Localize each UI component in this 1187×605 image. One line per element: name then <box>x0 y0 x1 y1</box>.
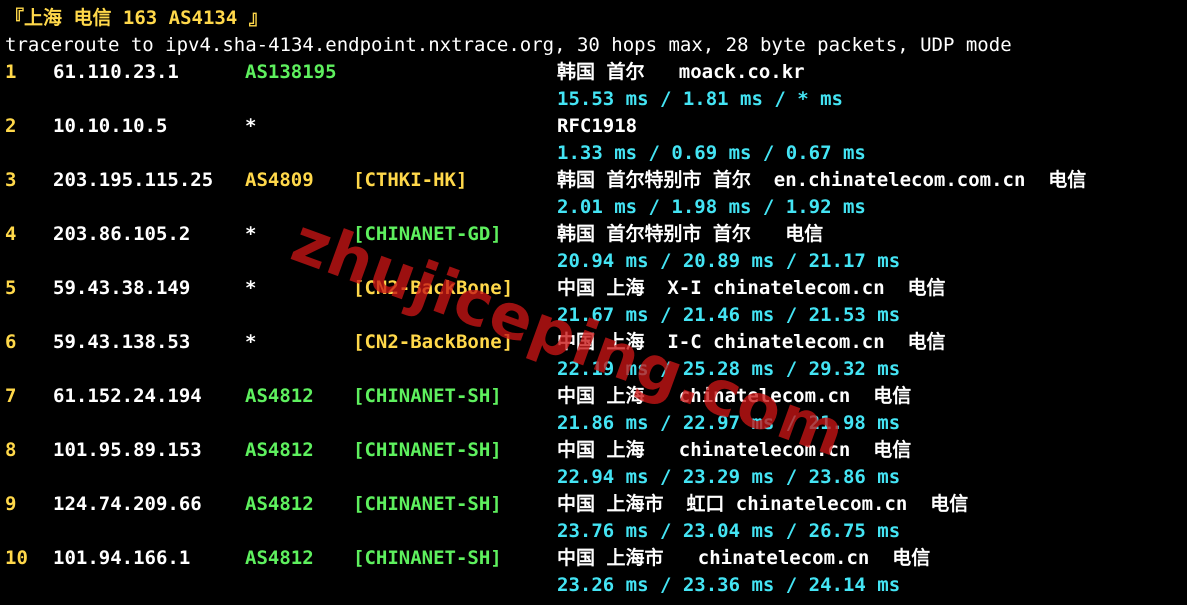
hop-ip: 101.94.166.1 <box>53 547 191 569</box>
hop-ip: 124.74.209.66 <box>53 493 202 515</box>
hop-asn: AS4812 <box>245 439 314 461</box>
hop-number: 1 <box>5 61 17 83</box>
hop-number: 7 <box>5 385 17 407</box>
hop-ip: 203.86.105.2 <box>53 223 191 245</box>
hop-geo: RFC1918 <box>557 115 638 137</box>
hop-network-tag: [CHINANET-SH] <box>353 547 502 569</box>
hop-asn: * <box>245 277 257 299</box>
traceroute-command: traceroute to ipv4.sha-4134.endpoint.nxt… <box>5 34 1012 56</box>
hop-rtt: 2.01 ms / 1.98 ms / 1.92 ms <box>557 196 866 218</box>
hop-rtt: 22.19 ms / 25.28 ms / 29.32 ms <box>557 358 901 380</box>
hop-asn: AS138195 <box>245 61 337 83</box>
terminal-window[interactable]: 『上海 电信 163 AS4134 』 traceroute to ipv4.s… <box>5 0 1187 605</box>
trace-title: 『上海 电信 163 AS4134 』 <box>5 7 268 29</box>
hop-asn: AS4812 <box>245 547 314 569</box>
hop-asn: * <box>245 115 257 137</box>
hop-geo: 韩国 首尔 moack.co.kr <box>557 61 805 83</box>
hop-network-tag: [CTHKI-HK] <box>353 169 468 191</box>
hop-network-tag: [CN2-BackBone] <box>353 277 514 299</box>
hop-network-tag: [CHINANET-SH] <box>353 493 502 515</box>
next-output-fragment <box>5 596 1187 605</box>
hop-asn: AS4812 <box>245 385 314 407</box>
hop-rtt: 21.86 ms / 22.97 ms / 21.98 ms <box>557 412 901 434</box>
hop-geo: 中国 上海市 虹口 chinatelecom.cn 电信 <box>557 493 969 515</box>
hop-geo: 中国 上海市 chinatelecom.cn 电信 <box>557 547 931 569</box>
hop-number: 4 <box>5 223 17 245</box>
hop-number: 8 <box>5 439 17 461</box>
hop-ip: 61.152.24.194 <box>53 385 202 407</box>
hop-network-tag: [CN2-BackBone] <box>353 331 514 353</box>
hop-asn: AS4809 <box>245 169 314 191</box>
hop-ip: 59.43.38.149 <box>53 277 191 299</box>
hop-ip: 101.95.89.153 <box>53 439 202 461</box>
hop-rtt: 15.53 ms / 1.81 ms / * ms <box>557 88 843 110</box>
hop-network-tag: [CHINANET-SH] <box>353 385 502 407</box>
hop-asn: * <box>245 331 257 353</box>
hop-geo: 中国 上海 chinatelecom.cn 电信 <box>557 385 912 407</box>
hop-number: 6 <box>5 331 17 353</box>
hop-number: 3 <box>5 169 17 191</box>
hop-geo: 韩国 首尔特别市 首尔 电信 <box>557 223 824 245</box>
hop-ip: 203.195.115.25 <box>53 169 214 191</box>
hop-geo: 中国 上海 I-C chinatelecom.cn 电信 <box>557 331 946 353</box>
hop-number: 9 <box>5 493 17 515</box>
hop-rtt: 23.76 ms / 23.04 ms / 26.75 ms <box>557 520 901 542</box>
hop-geo: 中国 上海 chinatelecom.cn 电信 <box>557 439 912 461</box>
hop-rtt: 23.26 ms / 23.36 ms / 24.14 ms <box>557 574 901 596</box>
hop-rtt: 21.67 ms / 21.46 ms / 21.53 ms <box>557 304 901 326</box>
hop-ip: 59.43.138.53 <box>53 331 191 353</box>
hop-geo: 中国 上海 X-I chinatelecom.cn 电信 <box>557 277 946 299</box>
hop-geo: 韩国 首尔特别市 首尔 en.chinatelecom.com.cn 电信 <box>557 169 1087 191</box>
hop-network-tag: [CHINANET-SH] <box>353 439 502 461</box>
hop-ip: 61.110.23.1 <box>53 61 179 83</box>
hop-ip: 10.10.10.5 <box>53 115 168 137</box>
hop-rtt: 22.94 ms / 23.29 ms / 23.86 ms <box>557 466 901 488</box>
hop-rtt: 20.94 ms / 20.89 ms / 21.17 ms <box>557 250 901 272</box>
hop-number: 10 <box>5 547 28 569</box>
hop-rtt: 1.33 ms / 0.69 ms / 0.67 ms <box>557 142 866 164</box>
hop-number: 2 <box>5 115 17 137</box>
hop-asn: AS4812 <box>245 493 314 515</box>
hop-network-tag: [CHINANET-GD] <box>353 223 502 245</box>
hop-asn: * <box>245 223 257 245</box>
hop-number: 5 <box>5 277 17 299</box>
